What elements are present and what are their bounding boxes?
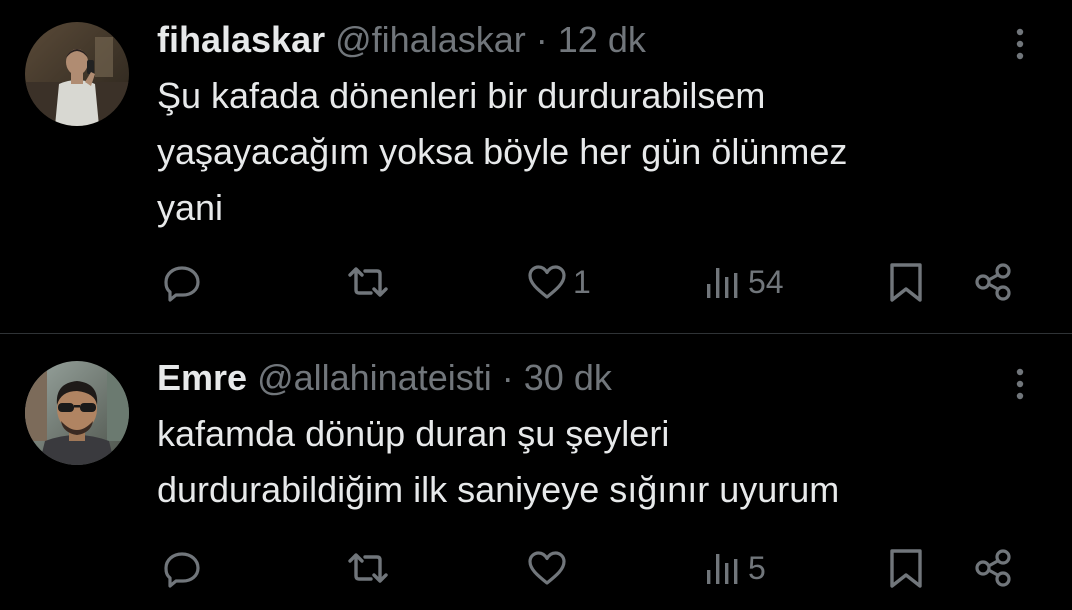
retweet-button[interactable] (344, 544, 392, 592)
like-count: 1 (573, 263, 591, 300)
avatar-photo-icon (25, 361, 129, 465)
tweet[interactable]: fihalaskar @fihalaskar · 12 dk Şu kafada… (0, 0, 1072, 333)
tweet-header: Emre @allahinateisti · 30 dk (157, 356, 612, 400)
bookmark-button[interactable] (887, 258, 925, 306)
views-chart-icon (707, 554, 738, 584)
more-vertical-icon (1016, 368, 1024, 400)
reply-icon (164, 266, 200, 302)
reply-button[interactable] (160, 258, 204, 306)
user-handle[interactable]: @fihalaskar (335, 19, 526, 60)
avatar[interactable] (25, 22, 129, 126)
retweet-icon (348, 553, 388, 583)
views-button[interactable]: 54 (704, 258, 784, 306)
tweet[interactable]: Emre @allahinateisti · 30 dk kafamda dön… (0, 334, 1072, 610)
view-count: 5 (748, 549, 766, 586)
heart-icon (528, 551, 566, 585)
heart-icon (528, 265, 566, 299)
separator-dot: · (535, 19, 548, 60)
views-button[interactable]: 5 (704, 544, 766, 592)
tweet-text-line: Şu kafada dönenleri bir durdurabilsem (157, 75, 766, 116)
display-name[interactable]: fihalaskar (157, 19, 325, 60)
like-button[interactable] (525, 544, 573, 592)
retweet-icon (348, 267, 388, 297)
user-handle[interactable]: @allahinateisti (257, 357, 492, 398)
tweet-text: Şu kafada dönenleri bir durdurabilsem ya… (157, 68, 1037, 236)
share-button[interactable] (972, 544, 1016, 592)
separator-dot: · (501, 357, 514, 398)
tweet-text-line: durdurabildiğim ilk saniyeye sığınır uyu… (157, 469, 840, 510)
tweet-text-line: kafamda dönüp duran şu şeyleri (157, 413, 670, 454)
more-options-button[interactable] (1004, 24, 1036, 64)
timestamp[interactable]: 30 dk (524, 357, 612, 398)
tweet-text-line: yani (157, 187, 224, 228)
retweet-button[interactable] (344, 258, 392, 306)
avatar-photo-icon (25, 22, 129, 126)
tweet-header: fihalaskar @fihalaskar · 12 dk (157, 18, 646, 62)
views-chart-icon (707, 268, 738, 298)
share-button[interactable] (972, 258, 1016, 306)
avatar[interactable] (25, 361, 129, 465)
bookmark-button[interactable] (887, 544, 925, 592)
more-vertical-icon (1016, 28, 1024, 60)
bookmark-icon (890, 549, 922, 588)
action-bar: 5 (0, 544, 1072, 592)
action-bar: 1 54 (0, 258, 1072, 306)
more-options-button[interactable] (1004, 364, 1036, 404)
view-count: 54 (748, 263, 784, 300)
reply-icon (164, 552, 200, 588)
timestamp[interactable]: 12 dk (558, 19, 646, 60)
tweet-text: kafamda dönüp duran şu şeyleri durdurabi… (157, 406, 1037, 518)
bookmark-icon (890, 263, 922, 302)
share-icon (975, 549, 1011, 587)
share-icon (975, 263, 1011, 301)
like-button[interactable]: 1 (525, 258, 591, 306)
display-name[interactable]: Emre (157, 357, 247, 398)
reply-button[interactable] (160, 544, 204, 592)
tweet-text-line: yaşayacağım yoksa böyle her gün ölünmez (157, 131, 848, 172)
